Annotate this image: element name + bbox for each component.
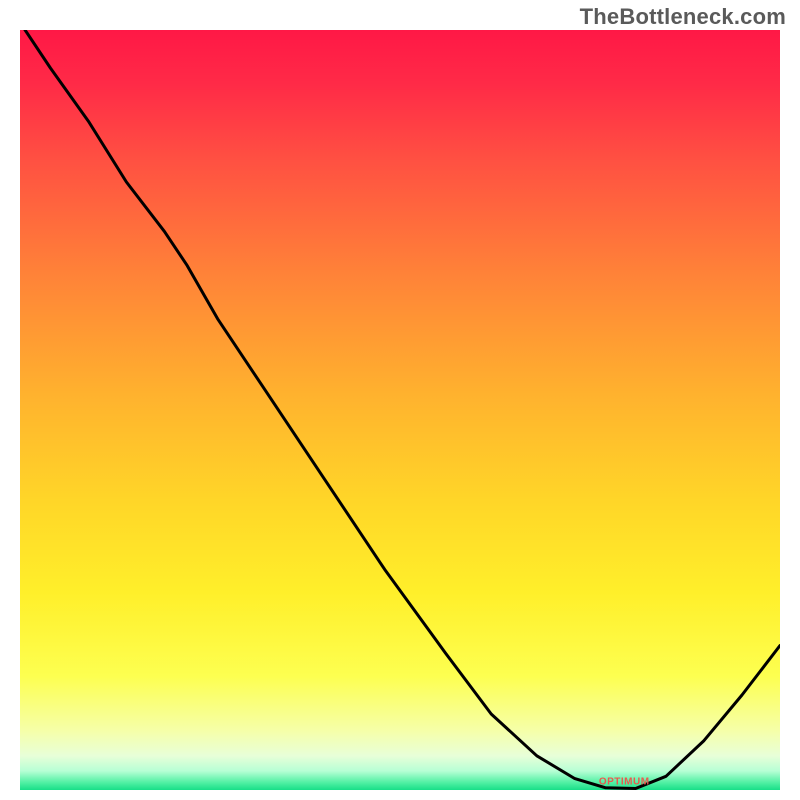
chart-background	[20, 30, 780, 790]
minimum-marker: OPTIMUM	[599, 777, 650, 788]
chart-container: TheBottleneck.com OPTIMUM	[0, 0, 800, 800]
watermark-text: TheBottleneck.com	[580, 4, 786, 30]
plot-area: OPTIMUM	[20, 30, 780, 790]
chart-svg	[20, 30, 780, 790]
